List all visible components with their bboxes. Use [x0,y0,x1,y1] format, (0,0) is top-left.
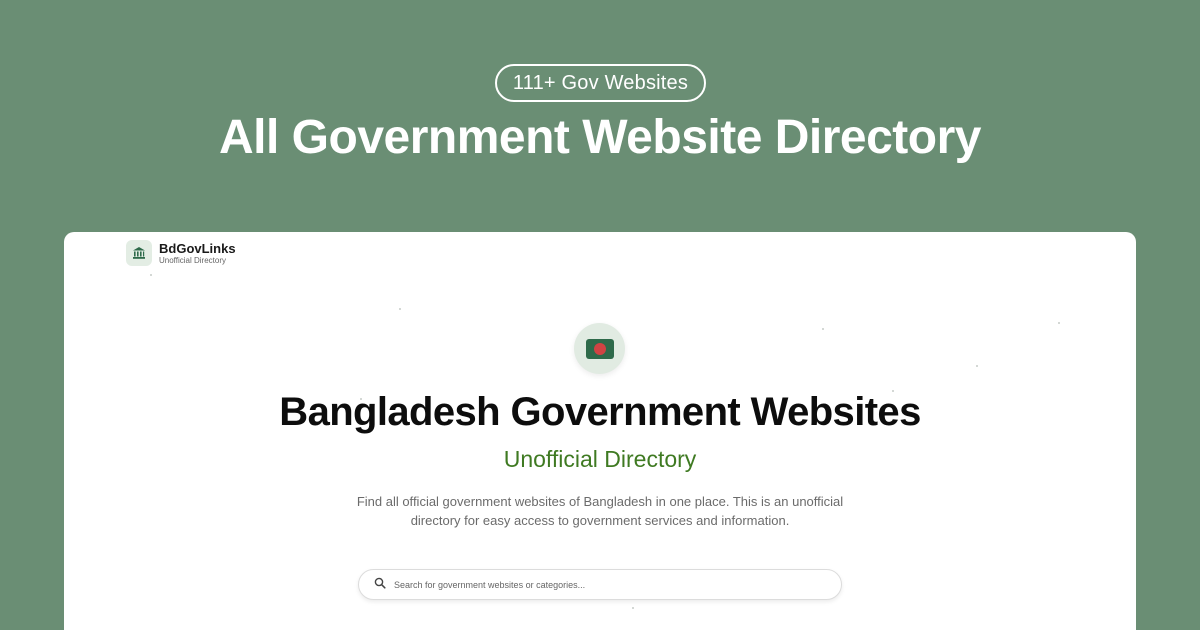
bangladesh-flag-icon [585,338,614,359]
decorative-dot [822,328,824,330]
decorative-dot [150,274,152,276]
brand-logo[interactable]: BdGovLinks Unofficial Directory [126,240,236,266]
decorative-dot [1058,322,1060,324]
decorative-dot [976,365,978,367]
decorative-dot [632,607,634,609]
flag-badge [574,323,625,374]
site-count-badge: 111+ Gov Websites [495,64,706,102]
brand-name: BdGovLinks [159,241,236,256]
brand-tagline: Unofficial Directory [159,256,226,265]
search-icon [374,576,386,594]
page-subtitle: Unofficial Directory [503,446,697,472]
flag-red-disc [593,342,606,355]
page-description: Find all official government websites of… [356,494,844,528]
decorative-dot [399,308,401,310]
bank-building-icon [126,240,152,266]
banner-title: All Government Website Directory [219,111,981,164]
page-title: Bangladesh Government Websites [279,390,921,434]
site-preview-card: BdGovLinks Unofficial Directory Banglade… [64,232,1136,630]
search-bar[interactable] [358,569,842,600]
search-input[interactable] [394,579,814,590]
